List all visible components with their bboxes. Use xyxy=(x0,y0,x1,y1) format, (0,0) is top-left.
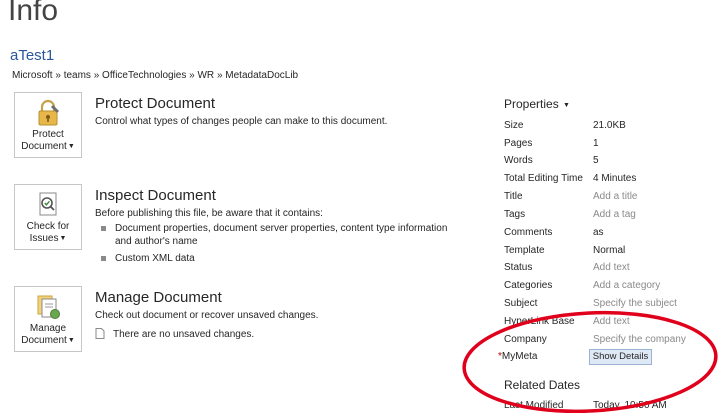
properties-header[interactable]: Properties ▼ xyxy=(504,97,570,111)
check-for-issues-button[interactable]: Check for Issues▼ xyxy=(14,184,82,250)
breadcrumb-separator: » xyxy=(216,70,223,81)
breadcrumb-item[interactable]: Microsoft xyxy=(12,70,53,81)
prop-label-editing-time: Total Editing Time xyxy=(504,173,583,184)
prop-label-size: Size xyxy=(504,120,524,131)
document-name: aTest1 xyxy=(10,47,55,64)
prop-label-status: Status xyxy=(504,262,533,273)
prop-label-pages: Pages xyxy=(504,138,533,149)
inspect-items: Document properties, document server pro… xyxy=(95,222,455,269)
prop-label-title: Title xyxy=(504,191,523,202)
unsaved-status: There are no unsaved changes. xyxy=(95,328,254,340)
check-button-label-1: Check for xyxy=(26,221,70,232)
prop-label-hyperlink-base: HyperLink Base xyxy=(504,316,575,327)
prop-value-editing-time: 4 Minutes xyxy=(593,173,637,184)
prop-value-words: 5 xyxy=(593,155,599,166)
document-icon xyxy=(95,328,105,339)
prop-label-words: Words xyxy=(504,155,533,166)
breadcrumb-item[interactable]: WR xyxy=(197,70,214,81)
protect-button-label-1: Protect xyxy=(32,129,64,140)
breadcrumb-separator: » xyxy=(93,70,100,81)
breadcrumb-separator: » xyxy=(189,70,195,81)
unsaved-status-text: There are no unsaved changes. xyxy=(113,329,255,340)
breadcrumb-item[interactable]: teams xyxy=(64,70,91,81)
prop-value-tags[interactable]: Add a tag xyxy=(593,209,636,220)
chevron-down-icon: ▼ xyxy=(59,235,67,242)
prop-label-company: Company xyxy=(504,334,547,345)
breadcrumb: Microsoft » teams » OfficeTechnologies »… xyxy=(12,70,298,81)
prop-value-company[interactable]: Specify the company xyxy=(593,334,686,345)
manage-document-icon xyxy=(37,295,60,319)
last-modified-value: Today, 10:50 AM xyxy=(593,400,667,411)
breadcrumb-item[interactable]: MetadataDocLib xyxy=(225,70,298,81)
prop-label-subject: Subject xyxy=(504,298,538,309)
inspect-description: Before publishing this file, be aware th… xyxy=(95,208,323,219)
protect-document-button[interactable]: Protect Document▼ xyxy=(14,92,82,158)
prop-label-template: Template xyxy=(504,245,545,256)
list-item: Custom XML data xyxy=(95,252,455,265)
chevron-down-icon: ▼ xyxy=(67,337,75,344)
manage-button-label-1: Manage xyxy=(29,323,67,334)
prop-value-hyperlink-base[interactable]: Add text xyxy=(593,316,630,327)
prop-value-status[interactable]: Add text xyxy=(593,262,630,273)
page-title: Info xyxy=(8,0,59,27)
prop-label-comments: Comments xyxy=(504,227,553,238)
breadcrumb-separator: » xyxy=(55,70,61,81)
bullet-icon xyxy=(101,226,106,231)
manage-document-button[interactable]: Manage Document▼ xyxy=(14,286,82,352)
prop-value-pages: 1 xyxy=(593,138,599,149)
lock-icon xyxy=(38,99,59,126)
prop-value-title[interactable]: Add a title xyxy=(593,191,637,202)
prop-label-tags: Tags xyxy=(504,209,526,220)
chevron-down-icon: ▼ xyxy=(67,143,75,150)
prop-value-categories[interactable]: Add a category xyxy=(593,280,660,291)
prop-label-mymeta: *MyMeta xyxy=(498,351,538,362)
prop-label-categories: Categories xyxy=(504,280,553,291)
bullet-icon xyxy=(101,256,106,261)
protect-button-label-2: Document xyxy=(21,141,67,152)
related-dates-header: Related Dates xyxy=(504,378,581,392)
manage-description: Check out document or recover unsaved ch… xyxy=(95,310,319,321)
inspect-title: Inspect Document xyxy=(95,187,216,204)
manage-title: Manage Document xyxy=(95,289,222,306)
check-button-label-2: Issues xyxy=(29,233,59,244)
manage-button-label-2: Document xyxy=(21,335,67,346)
prop-value-template: Normal xyxy=(593,245,626,256)
prop-value-comments[interactable]: as xyxy=(593,227,604,238)
prop-value-subject[interactable]: Specify the subject xyxy=(593,298,677,309)
chevron-down-icon: ▼ xyxy=(563,102,570,109)
protect-title: Protect Document xyxy=(95,95,216,112)
list-item: Document properties, document server pro… xyxy=(95,222,455,248)
protect-description: Control what types of changes people can… xyxy=(95,116,388,127)
breadcrumb-item[interactable]: OfficeTechnologies xyxy=(102,70,186,81)
inspect-icon xyxy=(39,192,57,216)
show-details-button[interactable]: Show Details xyxy=(589,349,652,365)
prop-value-size: 21.0KB xyxy=(593,120,626,131)
last-modified-label: Last Modified xyxy=(504,400,564,411)
